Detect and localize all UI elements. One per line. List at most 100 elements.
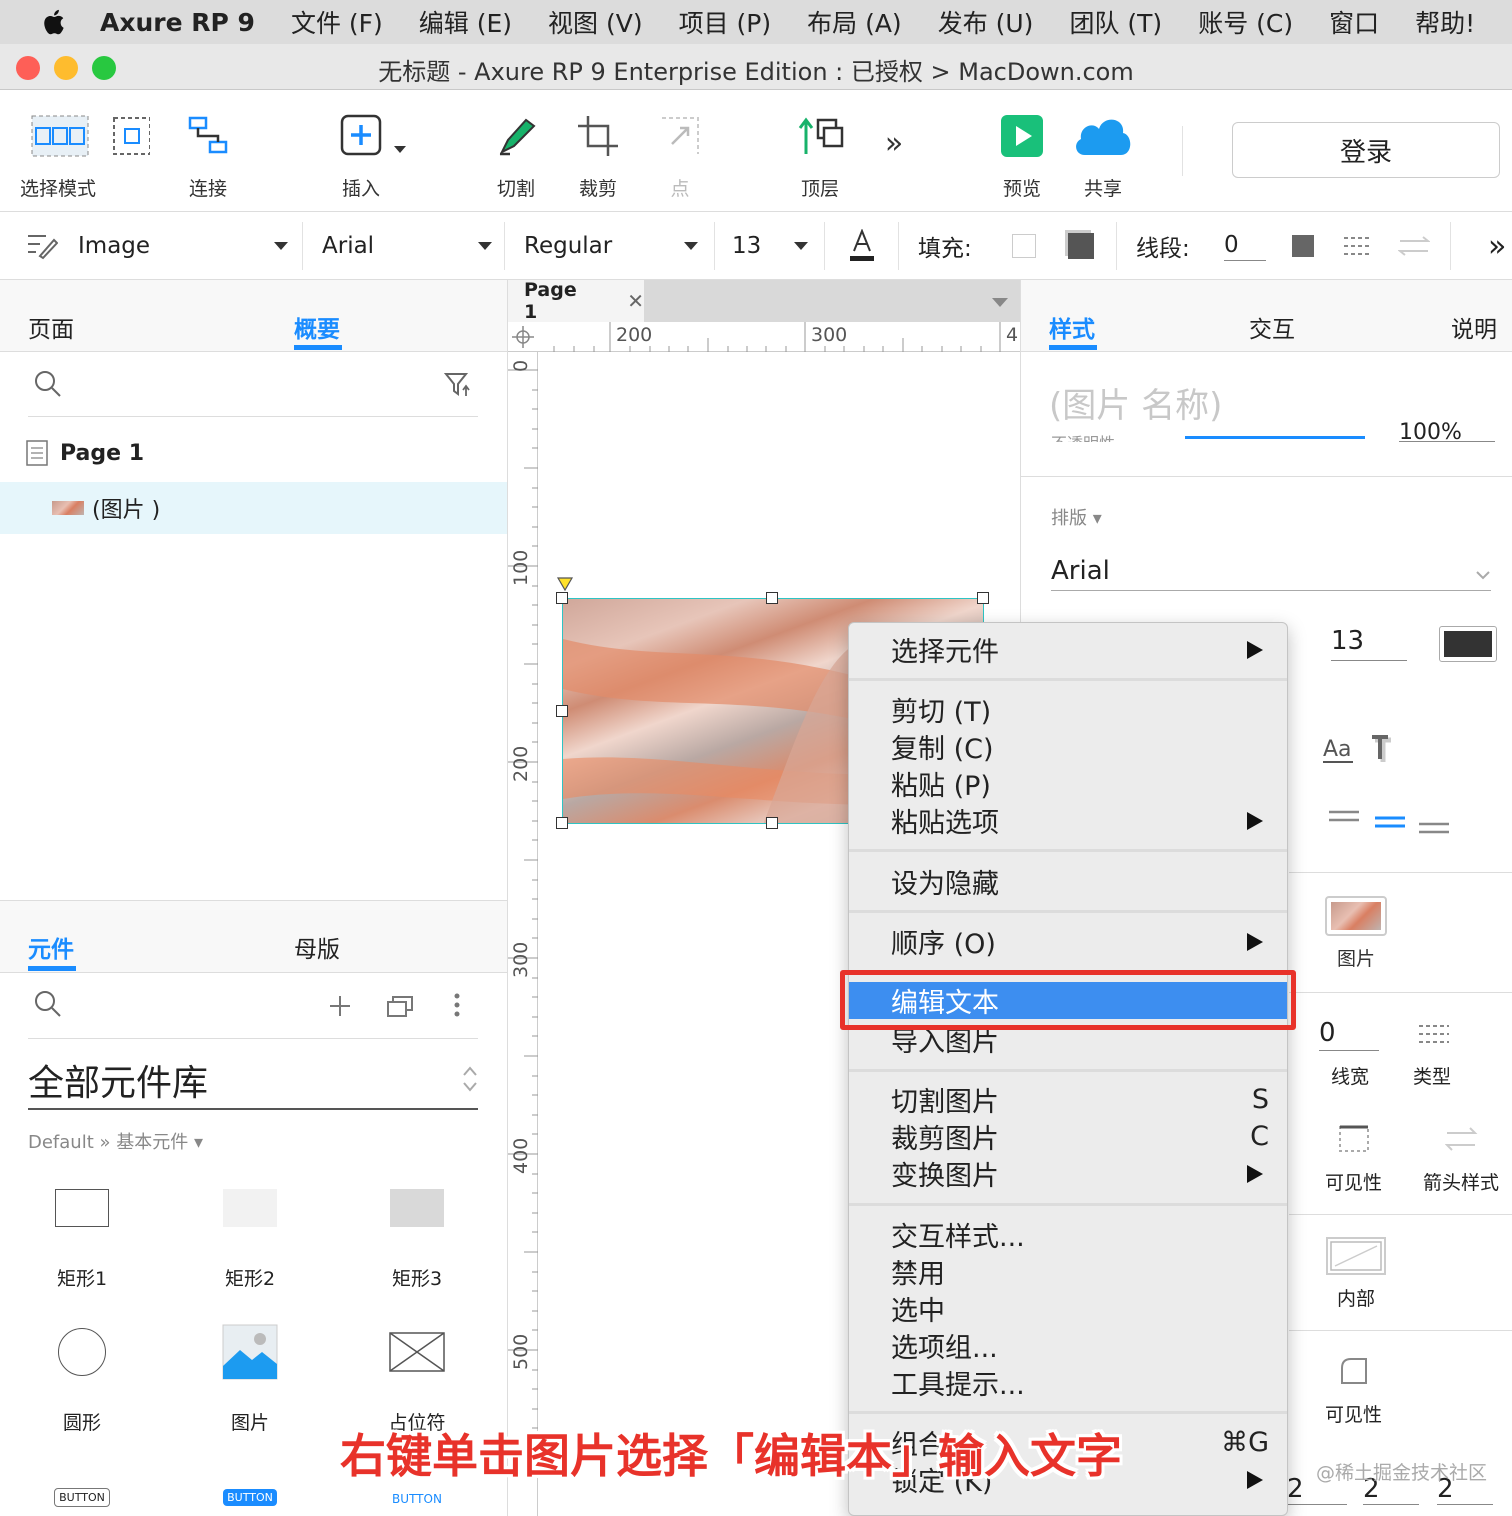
tab-widgets[interactable]: 元件 bbox=[28, 930, 74, 964]
menu-item-option-group[interactable]: 选项组... bbox=[849, 1327, 1287, 1364]
menu-project[interactable]: 项目 (P) bbox=[679, 4, 772, 40]
filter-icon[interactable] bbox=[444, 372, 472, 398]
resize-handle[interactable] bbox=[766, 817, 778, 829]
apple-icon[interactable] bbox=[40, 7, 70, 37]
widget-button[interactable]: BUTTON bbox=[22, 1484, 142, 1507]
menu-item-interaction-styles[interactable]: 交互样式... bbox=[849, 1216, 1287, 1253]
menu-item-selected[interactable]: 选中 bbox=[849, 1290, 1287, 1327]
widget-rectangle-1[interactable]: 矩形1 bbox=[22, 1168, 142, 1291]
tab-outline[interactable]: 概要 bbox=[294, 310, 340, 344]
widget-primary-button[interactable]: BUTTON bbox=[190, 1484, 310, 1506]
widget-rectangle-3[interactable]: 矩形3 bbox=[357, 1168, 477, 1291]
line-color-button[interactable] bbox=[1292, 212, 1314, 280]
crosshair-icon[interactable] bbox=[512, 326, 534, 348]
menu-item-paste-options[interactable]: 粘贴选项 bbox=[849, 802, 1287, 839]
menu-item-transform-image[interactable]: 变换图片 bbox=[849, 1155, 1287, 1192]
fill-color-button[interactable] bbox=[1012, 212, 1036, 280]
login-button[interactable]: 登录 bbox=[1232, 122, 1500, 178]
menu-account[interactable]: 账号 (C) bbox=[1198, 4, 1293, 40]
preview-button[interactable]: 预览 bbox=[994, 108, 1050, 201]
menu-item-cut[interactable]: 剪切 (T) bbox=[849, 691, 1287, 728]
line-width-input[interactable]: 0 bbox=[1224, 212, 1266, 280]
outline-image-node[interactable]: (图片 ) bbox=[0, 482, 507, 534]
font-family-select[interactable]: Arial bbox=[1051, 556, 1491, 591]
library-manage-icon[interactable] bbox=[386, 994, 414, 1018]
widget-placeholder[interactable]: 占位符 bbox=[357, 1312, 477, 1435]
menu-item-crop-image[interactable]: 裁剪图片 C bbox=[849, 1118, 1287, 1155]
border-width-input[interactable]: 0 bbox=[1319, 1018, 1379, 1051]
share-button[interactable]: 共享 bbox=[1070, 108, 1136, 201]
tab-list-chevron-icon[interactable] bbox=[992, 298, 1008, 307]
widget-name-input[interactable]: (图片 名称) bbox=[1049, 378, 1222, 427]
font-family-select[interactable]: Arial bbox=[322, 212, 492, 280]
menu-layout[interactable]: 布局 (A) bbox=[807, 4, 902, 40]
text-color-button[interactable] bbox=[848, 212, 876, 280]
search-icon[interactable] bbox=[34, 990, 62, 1018]
inner-shadow-icon[interactable] bbox=[1325, 1236, 1387, 1276]
tab-notes[interactable]: 说明 bbox=[1451, 310, 1497, 344]
font-size-select[interactable]: 13 bbox=[732, 212, 808, 280]
menu-item-set-hidden[interactable]: 设为隐藏 bbox=[849, 863, 1287, 900]
app-name[interactable]: Axure RP 9 bbox=[100, 8, 255, 37]
more-vertical-icon[interactable] bbox=[452, 992, 462, 1018]
menu-help[interactable]: 帮助! bbox=[1415, 4, 1475, 40]
tab-style[interactable]: 样式 bbox=[1049, 310, 1095, 344]
font-color-button[interactable] bbox=[1439, 626, 1497, 662]
menu-item-disable[interactable]: 禁用 bbox=[849, 1253, 1287, 1290]
tab-interactions[interactable]: 交互 bbox=[1249, 310, 1295, 344]
menu-publish[interactable]: 发布 (U) bbox=[938, 4, 1034, 40]
library-select[interactable]: 全部元件库 bbox=[28, 1054, 478, 1110]
widget-rectangle-2[interactable]: 矩形2 bbox=[190, 1168, 310, 1291]
menu-item-slice-image[interactable]: 切割图片 S bbox=[849, 1081, 1287, 1118]
slice-button[interactable]: 切割 bbox=[488, 108, 544, 201]
menu-item-order[interactable]: 顺序 (O) bbox=[849, 923, 1287, 960]
crop-button[interactable]: 裁剪 bbox=[570, 108, 626, 201]
line-spacing-icon[interactable] bbox=[1327, 808, 1361, 824]
resize-handle[interactable] bbox=[977, 592, 989, 604]
line-pattern-button[interactable] bbox=[1342, 212, 1374, 280]
library-path[interactable]: Default » 基本元件 ▾ bbox=[28, 1128, 203, 1154]
menu-view[interactable]: 视图 (V) bbox=[548, 4, 643, 40]
arrow-style-icon[interactable] bbox=[1445, 1126, 1479, 1152]
stylebar-more-button[interactable]: » bbox=[1488, 212, 1506, 280]
opacity-slider[interactable] bbox=[1185, 436, 1365, 439]
style-select[interactable]: Image bbox=[26, 212, 288, 280]
menu-item-tooltip[interactable]: 工具提示... bbox=[849, 1364, 1287, 1401]
bring-to-top-button[interactable]: 顶层 bbox=[792, 108, 848, 201]
resize-handle[interactable] bbox=[766, 592, 778, 604]
resize-handle[interactable] bbox=[556, 817, 568, 829]
insert-button[interactable]: 插入 bbox=[330, 108, 410, 201]
menu-item-select-widget[interactable]: 选择元件 bbox=[849, 631, 1287, 668]
menu-item-copy[interactable]: 复制 (C) bbox=[849, 728, 1287, 765]
font-size-input[interactable]: 13 bbox=[1331, 626, 1407, 661]
widget-circle[interactable]: 圆形 bbox=[22, 1312, 142, 1435]
select-mode-button[interactable]: 选择模式 bbox=[20, 108, 156, 201]
text-shadow-icon[interactable] bbox=[1369, 734, 1401, 766]
point-button[interactable]: 点 bbox=[652, 108, 708, 201]
corner-radius-icon[interactable] bbox=[1339, 1356, 1369, 1386]
connect-button[interactable]: 连接 bbox=[180, 108, 236, 201]
page-tab[interactable]: Page 1 ✕ bbox=[508, 279, 644, 323]
widget-image[interactable]: 图片 bbox=[190, 1312, 310, 1435]
font-weight-select[interactable]: Regular bbox=[524, 212, 698, 280]
resize-handle[interactable] bbox=[556, 592, 568, 604]
arrow-style-button[interactable] bbox=[1398, 212, 1430, 280]
toolbar-more-button[interactable]: » bbox=[876, 126, 912, 161]
opacity-input[interactable]: 100% bbox=[1399, 420, 1495, 442]
para-spacing-icon[interactable] bbox=[1417, 820, 1451, 836]
search-icon[interactable] bbox=[34, 370, 62, 398]
border-visibility-icon[interactable] bbox=[1337, 1124, 1371, 1154]
text-case-icon[interactable]: Aa bbox=[1321, 734, 1355, 764]
menu-edit[interactable]: 编辑 (E) bbox=[419, 4, 512, 40]
list-spacing-icon[interactable] bbox=[1373, 814, 1407, 830]
menu-team[interactable]: 团队 (T) bbox=[1069, 4, 1162, 40]
shadow-button[interactable] bbox=[1068, 212, 1094, 280]
image-picker-button[interactable] bbox=[1325, 896, 1387, 936]
tab-pages[interactable]: 页面 bbox=[28, 310, 74, 344]
resize-handle[interactable] bbox=[556, 705, 568, 717]
tab-masters[interactable]: 母版 bbox=[294, 930, 340, 964]
widget-link-button[interactable]: BUTTON bbox=[357, 1486, 477, 1508]
menu-file[interactable]: 文件 (F) bbox=[291, 4, 383, 40]
menu-item-paste[interactable]: 粘贴 (P) bbox=[849, 765, 1287, 802]
add-icon[interactable] bbox=[328, 994, 352, 1018]
